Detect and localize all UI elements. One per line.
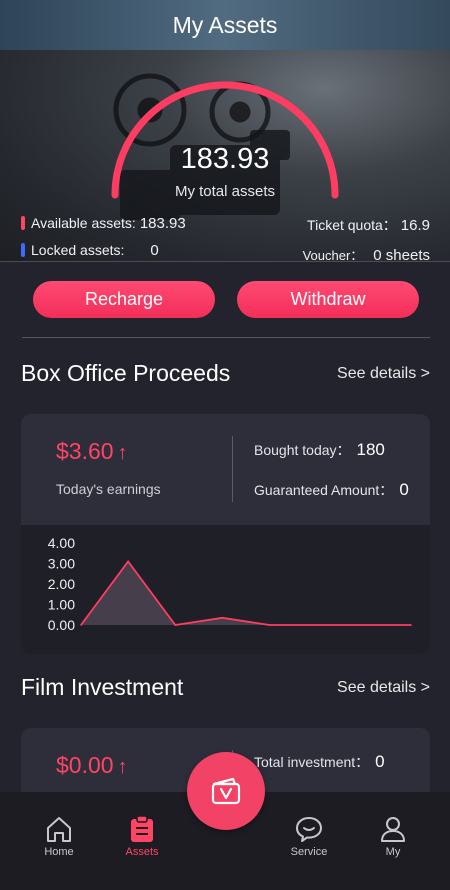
wallet-fab-button[interactable] xyxy=(187,752,265,830)
todays-earnings-value: $3.60 ↑ xyxy=(56,438,128,465)
film-investment-see-details-link[interactable]: See details > xyxy=(337,679,430,697)
earnings-chart-svg: 4.00 3.00 2.00 1.00 0.00 xyxy=(48,535,412,633)
voucher-label: Voucher： xyxy=(302,248,364,262)
nav-service[interactable]: Service xyxy=(269,814,349,858)
ticket-quota-label: Ticket quota： xyxy=(307,217,397,233)
assets-summary-panel: 183.93 My total assets Available assets:… xyxy=(0,50,450,262)
nav-service-label: Service xyxy=(290,846,328,858)
locked-assets-value: 0 xyxy=(150,242,159,259)
nav-my-label: My xyxy=(385,846,401,858)
nav-my[interactable]: My xyxy=(353,814,433,858)
bought-today-label: Bought today： xyxy=(254,442,351,458)
locked-marker xyxy=(21,243,25,257)
ticket-quota-value: 16.9 xyxy=(400,217,430,234)
available-assets-label: Available assets: xyxy=(31,215,136,231)
user-icon xyxy=(381,817,405,842)
box-office-see-details-link[interactable]: See details > xyxy=(337,365,430,383)
earnings-chart: 4.00 3.00 2.00 1.00 0.00 xyxy=(21,525,430,654)
data-point xyxy=(315,624,318,626)
recharge-button[interactable]: Recharge xyxy=(33,281,215,318)
data-point xyxy=(363,624,365,626)
available-assets-value: 183.93 xyxy=(139,215,186,232)
nav-home-label: Home xyxy=(44,846,74,858)
film-investment-title: Film Investment xyxy=(21,674,184,700)
y-tick-label: 4.00 xyxy=(48,535,75,551)
service-icon xyxy=(296,817,322,842)
nav-assets-label: Assets xyxy=(125,846,159,858)
voucher-value: 0 sheets xyxy=(373,247,430,262)
earnings-amount: $3.60 xyxy=(56,438,114,464)
y-tick-label: 1.00 xyxy=(48,597,75,613)
withdraw-button[interactable]: Withdraw xyxy=(237,281,419,318)
card-divider xyxy=(232,436,233,502)
data-point xyxy=(221,617,224,619)
data-point xyxy=(174,624,177,626)
guaranteed-amount-value: 0 xyxy=(399,480,409,499)
total-assets-value: 183.93 xyxy=(180,143,270,175)
total-assets-label: My total assets xyxy=(174,183,276,200)
locked-assets-label: Locked assets: xyxy=(31,242,125,258)
wallet-v-icon xyxy=(211,777,241,805)
nav-assets[interactable]: Assets xyxy=(102,814,182,858)
app-header: My Assets xyxy=(0,0,450,50)
todays-earnings-label: Today's earnings xyxy=(56,481,161,497)
data-point xyxy=(80,624,82,626)
data-point xyxy=(410,624,412,626)
data-point xyxy=(268,624,271,626)
arrow-up-icon: ↑ xyxy=(117,756,128,778)
y-tick-label: 2.00 xyxy=(48,576,75,592)
total-investment-label: Total investment： xyxy=(254,754,370,770)
box-office-card: $3.60 ↑ Today's earnings Bought today： 180… xyxy=(21,414,430,654)
data-point xyxy=(127,560,129,563)
ticket-quota-row: Ticket quota： 16.9 xyxy=(307,215,430,235)
available-marker xyxy=(21,216,25,230)
y-tick-label: 3.00 xyxy=(48,556,75,572)
bought-today-value: 180 xyxy=(356,440,385,459)
arrow-up-icon: ↑ xyxy=(117,442,128,464)
total-investment-value: 0 xyxy=(375,752,385,771)
earnings-area-fill xyxy=(81,561,411,625)
assets-icon xyxy=(131,815,153,842)
guaranteed-amount-row: Guaranteed Amount： 0 xyxy=(254,480,409,500)
nav-home[interactable]: Home xyxy=(19,814,99,858)
available-assets-row: Available assets: 183.93 xyxy=(21,215,186,232)
home-icon xyxy=(47,817,71,842)
bought-today-row: Bought today： 180 xyxy=(254,440,385,460)
film-investment-value: $0.00 ↑ xyxy=(56,752,128,779)
section-divider xyxy=(22,337,430,338)
page-title: My Assets xyxy=(172,11,278,38)
y-tick-label: 0.00 xyxy=(48,617,75,633)
total-investment-row: Total investment： 0 xyxy=(254,752,385,772)
film-investment-amount: $0.00 xyxy=(56,752,114,778)
guaranteed-amount-label: Guaranteed Amount： xyxy=(254,482,394,498)
voucher-row: Voucher： 0 sheets xyxy=(302,245,430,262)
locked-assets-row: Locked assets: 0 xyxy=(21,242,159,259)
box-office-title: Box Office Proceeds xyxy=(21,360,231,386)
